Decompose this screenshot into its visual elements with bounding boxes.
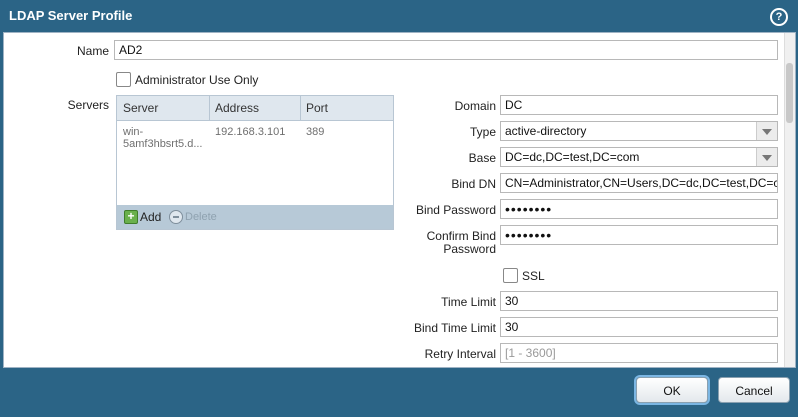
retry-interval-input[interactable]: [1 - 3600]: [500, 343, 778, 363]
address-cell: 192.168.3.101: [215, 126, 286, 138]
vertical-scrollbar[interactable]: [784, 33, 795, 367]
ssl-label: SSL: [522, 269, 545, 283]
bind-dn-input[interactable]: CN=Administrator,CN=Users,DC=dc,DC=test,…: [500, 173, 778, 193]
delete-server-button: Delete: [185, 211, 217, 223]
servers-table-header: Server Address Port: [117, 96, 393, 121]
base-select[interactable]: DC=dc,DC=test,DC=com: [500, 147, 778, 167]
column-divider: [300, 96, 301, 120]
ok-button[interactable]: OK: [636, 377, 708, 403]
servers-label: Servers: [67, 98, 109, 112]
dialog-titlebar: LDAP Server Profile ?: [0, 0, 798, 32]
servers-table: Server Address Port win- 5amf3hbsrt5.d..…: [116, 95, 394, 230]
domain-input[interactable]: DC: [500, 95, 778, 115]
name-input[interactable]: AD2: [114, 40, 778, 60]
bind-time-limit-label: Bind Time Limit: [413, 321, 496, 335]
servers-table-toolbar: + Add Delete: [117, 205, 393, 229]
column-server[interactable]: Server: [123, 101, 158, 115]
confirm-bind-password-input[interactable]: ••••••••: [500, 225, 778, 245]
administrator-use-only-checkbox[interactable]: [116, 72, 131, 87]
port-cell: 389: [306, 126, 325, 138]
retry-interval-label: Retry Interval: [424, 347, 496, 361]
domain-label: Domain: [454, 99, 496, 113]
column-address[interactable]: Address: [215, 101, 259, 115]
chevron-down-icon[interactable]: [756, 122, 777, 140]
add-icon[interactable]: +: [124, 210, 138, 224]
help-icon[interactable]: ?: [770, 8, 788, 26]
base-label: Base: [468, 151, 496, 165]
dialog-body: Name AD2 Administrator Use Only Servers …: [3, 32, 796, 368]
scrollbar-thumb[interactable]: [786, 63, 793, 123]
delete-icon: [169, 210, 183, 224]
dialog-title: LDAP Server Profile: [9, 8, 133, 23]
add-server-button[interactable]: Add: [140, 210, 161, 224]
dialog-footer: OK Cancel: [0, 368, 798, 417]
column-divider: [209, 96, 210, 120]
type-select-value: active-directory: [505, 124, 587, 138]
bind-password-input[interactable]: ••••••••: [500, 199, 778, 219]
type-label: Type: [469, 125, 496, 139]
base-select-value: DC=dc,DC=test,DC=com: [505, 150, 640, 164]
bind-time-limit-input[interactable]: 30: [500, 317, 778, 337]
type-select[interactable]: active-directory: [500, 121, 778, 141]
name-label: Name: [76, 44, 109, 58]
cancel-button[interactable]: Cancel: [718, 377, 790, 403]
ssl-checkbox[interactable]: [503, 268, 518, 283]
confirm-bind-password-label-line1: Confirm Bind: [426, 229, 496, 243]
server-cell-line2: 5amf3hbsrt5.d...: [123, 138, 203, 150]
administrator-use-only-label: Administrator Use Only: [135, 73, 259, 87]
time-limit-label: Time Limit: [441, 295, 496, 309]
table-row[interactable]: win- 5amf3hbsrt5.d... 192.168.3.101 389: [117, 121, 393, 151]
server-cell-line1: win-: [123, 126, 144, 138]
chevron-down-icon[interactable]: [756, 148, 777, 166]
time-limit-input[interactable]: 30: [500, 291, 778, 311]
confirm-bind-password-label-line2: Password: [443, 242, 496, 256]
bind-password-label: Bind Password: [415, 203, 496, 217]
bind-dn-label: Bind DN: [451, 177, 496, 191]
column-port[interactable]: Port: [306, 101, 328, 115]
